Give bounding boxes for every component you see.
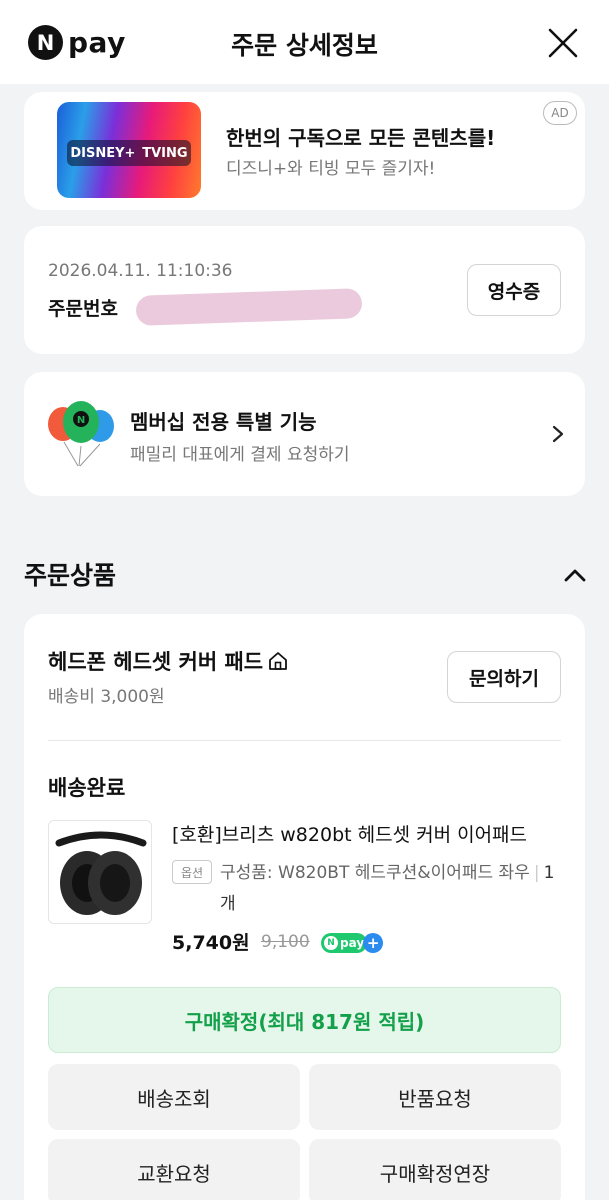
shop-name-text: 헤드폰 헤드셋 커버 패드 <box>48 650 264 674</box>
extend-confirm-button[interactable]: 구매확정연장 <box>309 1139 561 1200</box>
plus-icon: + <box>363 933 384 953</box>
ad-thumb-disney: DISNEY+ <box>70 145 136 161</box>
shipping-status: 배송완료 <box>48 776 126 800</box>
npay-plus-badge: N pay + <box>321 933 384 953</box>
balloons-icon: N <box>48 401 114 467</box>
receipt-button[interactable]: 영수증 <box>467 264 561 316</box>
track-delivery-button[interactable]: 배송조회 <box>48 1064 300 1130</box>
ad-subtitle: 디즈니+와 티빙 모두 즐기자! <box>226 159 436 179</box>
product-price: 5,740원 <box>172 932 250 954</box>
section-title-order-items: 주문상품 <box>24 561 117 590</box>
exchange-request-button[interactable]: 교환요청 <box>48 1139 300 1200</box>
product-original-price: 9,100 <box>261 932 310 952</box>
order-datetime: 2026.04.11. 11:10:36 <box>48 261 233 281</box>
option-badge: 옵션 <box>172 860 212 884</box>
chevron-right-icon <box>552 425 564 443</box>
shop-name[interactable]: 헤드폰 헤드셋 커버 패드 <box>48 646 289 676</box>
npay-n-icon: N <box>324 936 338 950</box>
return-request-button[interactable]: 반품요청 <box>309 1064 561 1130</box>
page-title: 주문 상세정보 <box>231 31 378 60</box>
inquiry-button[interactable]: 문의하기 <box>447 651 561 703</box>
ad-badge: AD <box>543 101 577 125</box>
home-icon <box>269 652 288 670</box>
ad-thumbnail: DISNEY+ TVING <box>57 102 201 198</box>
membership-feature-card[interactable]: N 멤버십 전용 특별 기능 패밀리 대표에게 결제 요청하기 <box>24 372 585 496</box>
app-header: N pay 주문 상세정보 <box>0 0 609 84</box>
earpad-image-icon <box>55 831 147 915</box>
order-number-label: 주문번호 <box>48 298 118 320</box>
purchase-confirm-button[interactable]: 구매확정(최대 817원 적립) <box>48 987 561 1053</box>
option-text: 구성품: W820BT 헤드쿠션&이어패드 좌우 | 1개 <box>220 858 560 920</box>
divider <box>48 740 561 741</box>
option-separator: | <box>533 863 540 883</box>
product-name[interactable]: [호환]브리츠 w820bt 헤드셋 커버 이어패드 <box>172 820 564 847</box>
shipping-fee: 배송비 3,000원 <box>48 687 165 707</box>
membership-title: 멤버십 전용 특별 기능 <box>130 410 317 434</box>
order-info-card: 2026.04.11. 11:10:36 주문번호 영수증 <box>24 226 585 354</box>
svg-text:N: N <box>77 415 85 426</box>
chevron-up-icon[interactable] <box>560 562 590 588</box>
close-icon[interactable] <box>546 26 580 60</box>
ad-thumb-tving: TVING <box>142 145 188 161</box>
product-image[interactable] <box>48 820 152 924</box>
order-product-card: 헤드폰 헤드셋 커버 패드 배송비 3,000원 문의하기 배송완료 [호환]브… <box>24 614 585 1200</box>
order-number-redaction <box>135 288 363 326</box>
npay-badge-text: pay <box>340 936 365 950</box>
membership-subtitle: 패밀리 대표에게 결제 요청하기 <box>130 445 350 465</box>
ad-banner[interactable]: DISNEY+ TVING 한번의 구독으로 모든 콘텐츠를! 디즈니+와 티빙… <box>24 92 585 210</box>
option-description: 구성품: W820BT 헤드쿠션&이어패드 좌우 <box>220 863 530 883</box>
ad-title: 한번의 구독으로 모든 콘텐츠를! <box>226 126 496 150</box>
